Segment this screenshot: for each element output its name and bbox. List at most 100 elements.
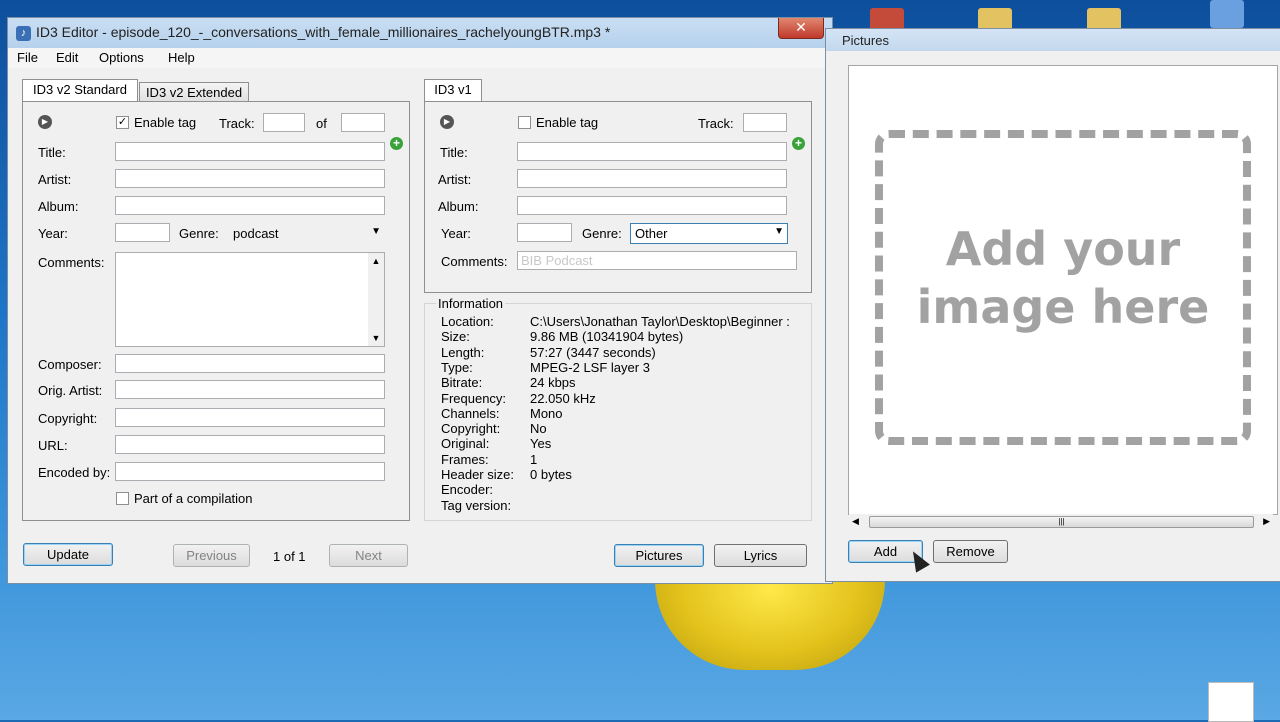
v1-comments-label: Comments: [441,254,508,269]
v2-track-input[interactable] [263,113,305,132]
v1-genre-label: Genre: [582,226,622,241]
add-image-placeholder[interactable]: Add your image here [875,130,1251,445]
v2-genre-label: Genre: [179,226,219,241]
previous-button[interactable]: Previous [173,544,250,567]
v1-year-input[interactable] [517,223,572,242]
info-value: Mono [530,405,563,421]
info-key: Size: [441,329,470,345]
info-value: 57:27 (3447 seconds) [530,344,656,360]
scroll-up-icon[interactable]: ▲ [368,256,384,266]
v2-url-label: URL: [38,438,68,453]
tab-id3v1[interactable]: ID3 v1 [424,79,482,102]
v2-track-total-input[interactable] [341,113,385,132]
wallpaper-flower [655,580,885,670]
add-field-icon[interactable]: + [792,137,805,150]
info-key: Original: [441,436,490,452]
v2-album-input[interactable] [115,196,385,215]
v2-composer-input[interactable] [115,354,385,373]
info-value: 9.86 MB (10341904 bytes) [530,329,684,345]
info-key: Copyright: [441,421,501,437]
id3-editor-window: ♪ ID3 Editor - episode_120_-_conversatio… [7,17,833,584]
editor-titlebar[interactable]: ♪ ID3 Editor - episode_120_-_conversatio… [8,18,832,48]
v2-url-input[interactable] [115,435,385,454]
menu-help[interactable]: Help [168,50,195,65]
scrollbar-thumb[interactable]: ||| [869,516,1254,528]
placeholder-line-1: Add your [945,222,1181,276]
desktop-app-icon[interactable] [1210,0,1244,28]
v1-genre-select[interactable]: Other ▼ [630,223,788,244]
v2-comments-textarea[interactable]: ▲ ▼ [115,252,385,347]
v2-album-label: Album: [38,199,79,214]
pictures-button[interactable]: Pictures [614,544,704,567]
v2-artist-input[interactable] [115,169,385,188]
remove-picture-button[interactable]: Remove [933,540,1008,563]
info-key: Encoder: [441,482,494,498]
scroll-down-icon[interactable]: ▼ [368,333,384,343]
add-field-icon[interactable]: + [390,137,403,150]
v1-track-label: Track: [698,116,734,131]
info-value: 24 kbps [530,375,576,391]
v1-enable-tag-checkbox[interactable] [518,116,531,129]
info-key: Location: [441,314,494,329]
scroll-left-icon[interactable]: ◀ [852,516,859,527]
lyrics-button[interactable]: Lyrics [714,544,807,567]
v2-orig-artist-input[interactable] [115,380,385,399]
v1-comments-input[interactable]: BIB Podcast [517,251,797,270]
menu-bar: File Edit Options Help [8,48,832,68]
pictures-titlebar[interactable]: Pictures [826,29,1280,51]
v2-genre-value: podcast [233,226,279,241]
play-icon[interactable]: ▶ [38,115,52,129]
v2-composer-label: Composer: [38,357,102,372]
info-key: Frames: [441,451,489,467]
v1-artist-label: Artist: [438,172,472,187]
chevron-down-icon: ▼ [774,226,784,237]
v1-genre-value: Other [635,226,668,241]
info-value: C:\Users\Jonathan Taylor\Desktop\Beginne… [530,314,790,329]
close-icon[interactable]: ✕ [778,18,824,39]
v1-title-input[interactable] [517,142,787,161]
v2-orig-artist-label: Orig. Artist: [38,383,103,398]
scroll-right-icon[interactable]: ▶ [1263,516,1270,527]
v1-album-label: Album: [438,199,479,214]
v2-artist-label: Artist: [38,172,72,187]
info-key: Frequency: [441,390,507,406]
v2-copyright-input[interactable] [115,408,385,427]
v2-encoded-by-label: Encoded by: [38,465,111,480]
chevron-down-icon: ▼ [371,226,381,237]
pictures-hscrollbar[interactable]: ◀ ||| ▶ [849,514,1273,530]
v1-enable-tag-label: Enable tag [536,115,599,130]
v2-encoded-by-input[interactable] [115,462,385,481]
compilation-label: Part of a compilation [134,491,253,506]
menu-edit[interactable]: Edit [56,50,78,65]
v1-track-input[interactable] [743,113,787,132]
v1-title-label: Title: [440,145,468,160]
v1-album-input[interactable] [517,196,787,215]
v2-copyright-label: Copyright: [38,411,98,426]
play-icon[interactable]: ▶ [440,115,454,129]
tab-id3v2-extended[interactable]: ID3 v2 Extended [139,82,249,103]
v2-enable-tag-checkbox[interactable]: ✓ [116,116,129,129]
v2-title-input[interactable] [115,142,385,161]
information-heading: Information [436,296,506,311]
info-value: MPEG-2 LSF layer 3 [530,359,650,375]
info-value: No [530,421,547,437]
info-value: 22.050 kHz [530,390,596,406]
window-title: ID3 Editor - episode_120_-_conversations… [36,24,611,40]
info-key: Length: [441,344,485,360]
menu-file[interactable]: File [17,50,38,65]
info-value: 0 bytes [530,467,572,482]
information-table: Location: C:\Users\Jonathan Taylor\Deskto… [441,314,811,514]
v1-artist-input[interactable] [517,169,787,188]
menu-options[interactable]: Options [99,50,144,65]
comments-scrollbar[interactable]: ▲ ▼ [368,253,384,346]
tab-id3v2-standard[interactable]: ID3 v2 Standard [22,79,138,102]
update-button[interactable]: Update [23,543,113,566]
v2-year-input[interactable] [115,223,170,242]
compilation-checkbox[interactable] [116,492,129,505]
info-key: Tag version: [441,497,512,513]
desktop-document-thumbnail[interactable] [1208,682,1254,722]
pictures-title: Pictures [842,33,889,48]
info-value: 1 [530,451,538,467]
v2-genre-select[interactable]: podcast ▼ [228,223,385,244]
next-button[interactable]: Next [329,544,408,567]
